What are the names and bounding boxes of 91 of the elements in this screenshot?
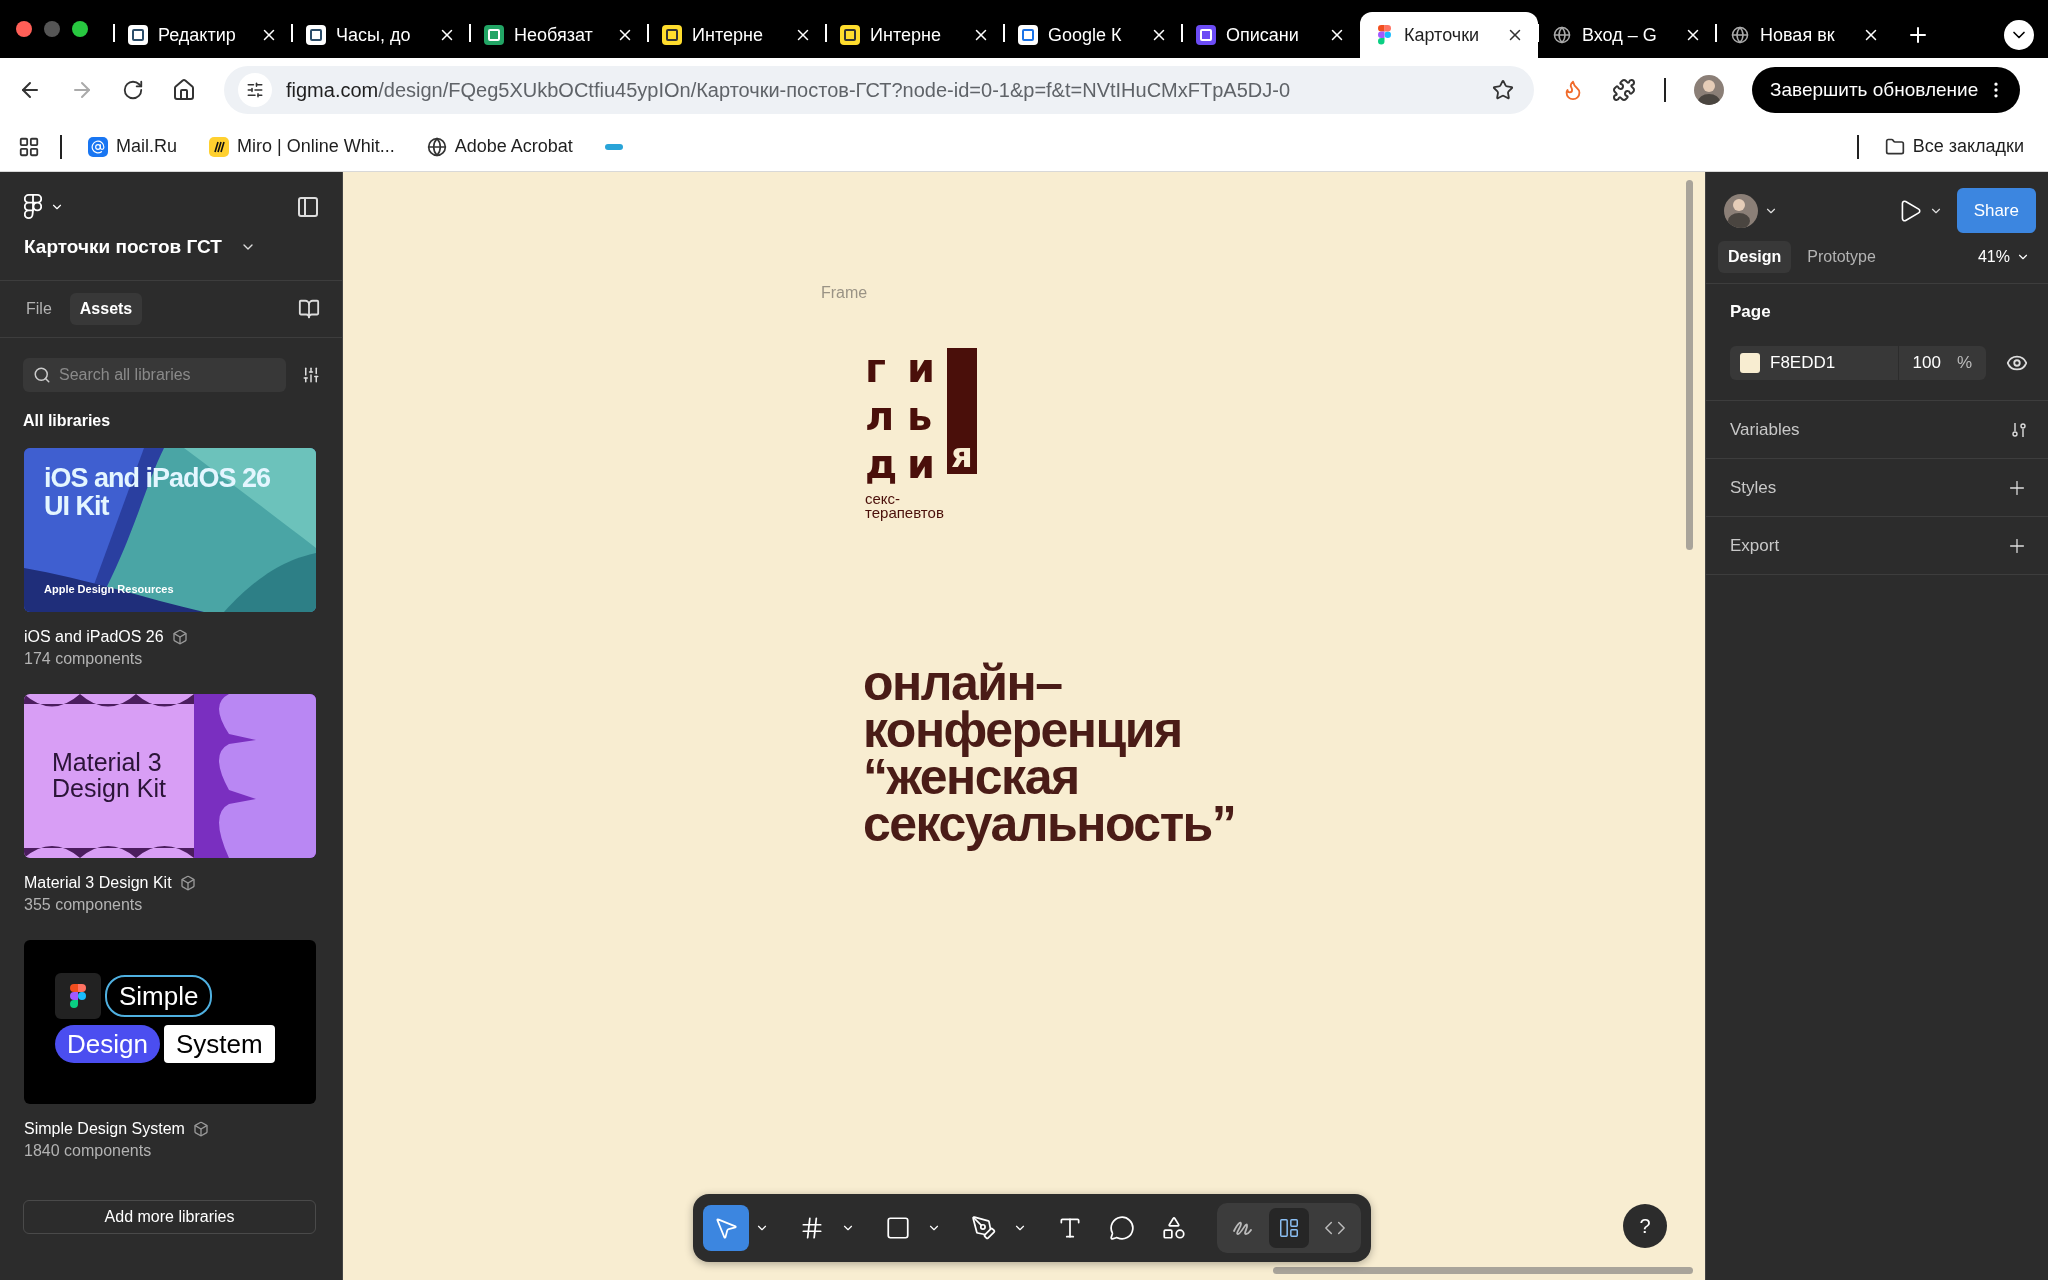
close-window-button[interactable]	[16, 21, 32, 37]
bookmark-site-icon	[604, 143, 623, 150]
section-title: Page	[1730, 302, 1772, 322]
book-icon[interactable]	[298, 298, 320, 320]
site-settings-icon[interactable]	[238, 73, 272, 107]
library-name[interactable]: iOS and iPadOS 26	[24, 628, 164, 646]
component-count: 355 components	[24, 896, 144, 914]
zoom-window-button[interactable]	[72, 21, 88, 37]
browser-tab[interactable]: Описани	[1182, 12, 1360, 58]
scrollbar[interactable]	[1273, 1267, 1693, 1274]
share-button[interactable]: Share	[1956, 188, 2036, 233]
browser-tab[interactable]: Интерне	[826, 12, 1004, 58]
library-icon	[179, 875, 196, 891]
sheet-icon	[484, 25, 504, 45]
logo-letter: г	[865, 346, 887, 390]
panel-tab[interactable]: Design	[1718, 241, 1792, 273]
calendar-icon	[1018, 25, 1038, 45]
cover-title: Material 3 Design Kit	[52, 749, 166, 802]
add-libraries-button[interactable]: Add more libraries	[23, 1200, 316, 1234]
pointer-icon[interactable]	[703, 1205, 749, 1251]
apps-icon[interactable]	[18, 135, 40, 158]
library-cover[interactable]: Simple Design System	[24, 940, 316, 1104]
library-name[interactable]: Material 3 Design Kit	[24, 874, 172, 892]
section-title: All libraries	[22, 411, 112, 431]
cover-footer: Apple Design Resources	[44, 584, 174, 596]
globe-icon	[1552, 25, 1572, 45]
bookmark-link[interactable]: Mail.Ru	[82, 132, 183, 161]
panel-tab[interactable]: Prototype	[1797, 241, 1886, 273]
component-count: 1840 components	[24, 1142, 153, 1160]
miro-icon	[209, 136, 229, 157]
browser-icon	[1730, 25, 1750, 45]
logo-subtitle: секс- терапевтов	[865, 492, 945, 520]
doc-icon	[128, 25, 148, 45]
panel-toggle-icon[interactable]	[296, 195, 320, 219]
user-avatar[interactable]	[1724, 193, 1758, 228]
pill-label: Design	[55, 1025, 160, 1063]
pill-label: Simple	[105, 975, 213, 1017]
search-field[interactable]: Search all libraries	[23, 358, 286, 392]
letter-icon	[1196, 25, 1216, 45]
reload-icon[interactable]	[122, 79, 144, 101]
address-bar[interactable]: figma.com/design/FQeg5XUkbOCtfiu45ypIOn/Карточки-постов-ГСТ?node-id=0-1&p=f&t=NVtIHuCMxFTpA5DJ-0	[224, 66, 1534, 114]
filter-icon[interactable]	[302, 366, 320, 384]
logo-letter: д	[865, 442, 899, 486]
folder-icon[interactable]	[1884, 136, 1905, 157]
file-name[interactable]: Карточки постов ГСТ	[24, 236, 222, 258]
color-swatch[interactable]	[1740, 353, 1760, 373]
panel-tab[interactable]: Assets	[69, 293, 143, 325]
browser-tab[interactable]: Google К	[1004, 12, 1182, 58]
all-bookmarks-link[interactable]: Все закладки	[1878, 132, 2030, 161]
logo-letter: л	[865, 394, 896, 438]
component-count: 174 components	[24, 650, 144, 668]
logo-letter: и	[907, 442, 937, 486]
browser-tab[interactable]: Вход – G	[1538, 12, 1716, 58]
browser-tab[interactable]: Интерне	[648, 12, 826, 58]
section-title: Styles	[1730, 477, 1777, 498]
variables-icon[interactable]	[2010, 420, 2028, 439]
update-button[interactable]: Завершить обновление	[1752, 67, 2021, 113]
bookmark-link[interactable]: Adobe Acrobat	[420, 132, 579, 161]
browser-tab[interactable]: Редактир	[114, 12, 292, 58]
home-icon[interactable]	[172, 78, 196, 102]
browser-tab[interactable]: Новая вк	[1716, 12, 1894, 58]
doc-icon	[306, 25, 326, 45]
globe-icon	[426, 136, 447, 157]
pill-label: System	[163, 1025, 275, 1063]
minimize-window-button[interactable]	[44, 21, 60, 37]
panel-tab[interactable]: File	[16, 293, 62, 325]
library-icon	[171, 629, 188, 645]
help-button[interactable]: ?	[1623, 1204, 1667, 1248]
logo-letter: я	[951, 436, 973, 474]
layout-icon[interactable]	[1269, 1208, 1309, 1248]
bank-icon	[662, 25, 682, 45]
logo-letter: ь	[907, 394, 934, 438]
browser-tab[interactable]: Необязат	[470, 12, 648, 58]
logo-letter: и	[907, 346, 937, 390]
section-title: Variables	[1730, 419, 1800, 440]
bookmark-star-icon[interactable]	[1492, 79, 1514, 101]
browser-tab[interactable]: Карточки	[1360, 12, 1538, 58]
section-title: Export	[1730, 535, 1780, 556]
library-icon	[192, 1121, 209, 1137]
fill-field[interactable]: F8EDD1 100 %	[1730, 346, 1986, 380]
at-sign-icon	[88, 136, 108, 157]
library-name[interactable]: Simple Design System	[24, 1120, 185, 1138]
figma-logo-icon[interactable]	[24, 194, 42, 220]
bookmark-link[interactable]: Miro | Online Whit...	[203, 132, 401, 161]
scrollbar[interactable]	[1686, 180, 1693, 550]
extensions-icon[interactable]	[1612, 78, 1636, 102]
library-cover[interactable]: Material 3 Design Kit	[24, 694, 316, 858]
figma-icon	[55, 973, 101, 1019]
browser-tab[interactable]: Часы, до	[292, 12, 470, 58]
bank-icon	[840, 25, 860, 45]
zoom-menu[interactable]: 41%	[1977, 248, 2030, 266]
